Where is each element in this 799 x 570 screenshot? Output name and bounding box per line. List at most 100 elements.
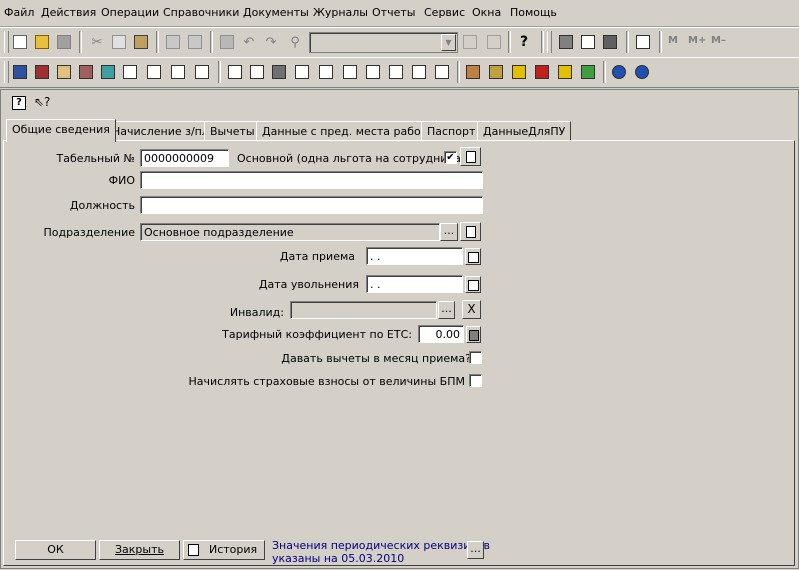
report-icon[interactable] xyxy=(316,62,336,82)
report-icon[interactable] xyxy=(363,62,383,82)
dismiss-date-calendar-button[interactable] xyxy=(465,276,481,293)
tab-passport[interactable]: Паспорт xyxy=(421,121,482,141)
tariff-field[interactable]: 0.00 xyxy=(418,325,464,343)
tabnum-label: Табельный № xyxy=(56,152,136,165)
tariff-calculator-button[interactable] xyxy=(466,326,481,343)
menu-service[interactable]: Сервис xyxy=(424,6,465,19)
report-icon[interactable] xyxy=(225,62,245,82)
toolbar-grip[interactable] xyxy=(547,31,552,53)
memory-m-button[interactable]: M xyxy=(668,35,678,46)
menu-references[interactable]: Справочники xyxy=(163,6,239,19)
toolbar-grip[interactable] xyxy=(4,31,9,53)
dismiss-date-field[interactable]: . . xyxy=(366,275,463,293)
incoming-cash-order-icon[interactable] xyxy=(144,62,164,82)
menu-file[interactable]: Файл xyxy=(4,6,34,19)
report-icon[interactable] xyxy=(409,62,429,82)
select-all-icon[interactable] xyxy=(217,32,237,52)
message-icon[interactable] xyxy=(600,32,620,52)
toolbar-grip[interactable] xyxy=(4,61,9,83)
globe-icon[interactable] xyxy=(632,62,652,82)
memory-mminus-button[interactable]: M– xyxy=(711,35,726,46)
invalid-field[interactable] xyxy=(290,301,437,319)
help-icon[interactable]: ? xyxy=(12,96,26,110)
undo-icon[interactable]: ↶ xyxy=(239,32,259,52)
globe-icon[interactable] xyxy=(609,62,629,82)
calculator-icon[interactable] xyxy=(556,32,576,52)
transactions-icon[interactable] xyxy=(54,62,74,82)
division-select-button[interactable]: ... xyxy=(440,223,458,241)
paste-icon[interactable] xyxy=(131,32,151,52)
copy-icon[interactable] xyxy=(109,32,129,52)
tab-salary[interactable]: Начисление з/пл xyxy=(106,121,215,141)
deductions-checkbox[interactable] xyxy=(469,351,482,364)
find-next-icon[interactable] xyxy=(460,32,480,52)
hire-date-label: Дата приема xyxy=(279,250,355,263)
invoice-icon[interactable] xyxy=(192,62,212,82)
menu-journals[interactable]: Журналы xyxy=(313,6,368,19)
tabnum-field[interactable]: 0000000009 xyxy=(140,149,229,167)
monitor-icon[interactable] xyxy=(555,62,575,82)
cut-icon[interactable]: ✂ xyxy=(87,32,107,52)
save-icon[interactable] xyxy=(54,32,74,52)
history-button[interactable]: История xyxy=(183,540,265,560)
invalid-select-button[interactable]: ... xyxy=(438,301,455,319)
insurance-checkbox[interactable] xyxy=(469,374,482,387)
report-icon[interactable] xyxy=(292,62,312,82)
menu-actions[interactable]: Действия xyxy=(41,6,96,19)
fio-field[interactable] xyxy=(140,171,483,189)
balance-icon[interactable] xyxy=(98,62,118,82)
entries-icon[interactable] xyxy=(76,62,96,82)
users-icon[interactable] xyxy=(486,62,506,82)
menu-reports[interactable]: Отчеты xyxy=(372,6,415,19)
position-field[interactable] xyxy=(140,196,483,214)
print-preview-icon[interactable] xyxy=(185,32,205,52)
tab-deductions[interactable]: Вычеты xyxy=(204,121,261,141)
tab-general[interactable]: Общие сведения xyxy=(6,119,116,142)
menu-help[interactable]: Помощь xyxy=(510,6,557,19)
chessboard-icon[interactable] xyxy=(269,62,289,82)
hire-date-calendar-button[interactable] xyxy=(465,248,481,265)
division-copy-button[interactable] xyxy=(460,222,481,241)
outgoing-cash-order-icon[interactable] xyxy=(168,62,188,82)
periodic-requisites-button[interactable]: ... xyxy=(467,541,484,559)
1c-icon[interactable] xyxy=(509,62,529,82)
invalid-clear-button[interactable]: X xyxy=(462,300,481,319)
operations-journal-icon[interactable] xyxy=(32,62,52,82)
redo-icon[interactable]: ↷ xyxy=(261,32,281,52)
payment-order-icon[interactable] xyxy=(120,62,140,82)
menu-windows[interactable]: Окна xyxy=(472,6,501,19)
chevron-down-icon[interactable]: ▼ xyxy=(441,34,456,51)
calendar-icon[interactable] xyxy=(578,32,598,52)
help-icon[interactable]: ? xyxy=(514,32,534,52)
tariff-label: Тарифный коэффициент по ЕТС: xyxy=(222,328,412,341)
menu-operations[interactable]: Операции xyxy=(101,6,159,19)
open-folder-icon[interactable] xyxy=(32,32,52,52)
report-icon[interactable] xyxy=(340,62,360,82)
tab-previous-job[interactable]: Данные с пред. места работы xyxy=(256,121,442,141)
copy-button[interactable] xyxy=(460,147,481,166)
print-icon[interactable] xyxy=(163,32,183,52)
note-line-2: указаны на 05.03.2010 xyxy=(272,552,405,565)
report-icon[interactable] xyxy=(386,62,406,82)
find-replace-icon[interactable] xyxy=(484,32,504,52)
alert-icon[interactable] xyxy=(532,62,552,82)
report-icon[interactable] xyxy=(247,62,267,82)
tab-pension-data[interactable]: ДанныеДляПУ xyxy=(477,121,572,141)
menu-documents[interactable]: Документы xyxy=(243,6,309,19)
new-document-icon[interactable] xyxy=(10,32,30,52)
employees-icon[interactable] xyxy=(463,62,483,82)
context-help-icon[interactable]: ⇖? xyxy=(34,95,50,109)
division-field[interactable]: Основное подразделение xyxy=(140,223,440,241)
ok-button[interactable]: ОК xyxy=(15,540,96,560)
find-binoculars-icon[interactable]: ⚲ xyxy=(285,32,305,52)
book-icon[interactable] xyxy=(633,32,653,52)
chart-of-accounts-icon[interactable] xyxy=(10,62,30,82)
hire-date-field[interactable]: . . xyxy=(366,247,463,265)
report-icon[interactable] xyxy=(432,62,452,82)
fio-label: ФИО xyxy=(108,174,135,187)
close-button[interactable]: Закрыть xyxy=(99,540,180,560)
search-combobox[interactable]: ▼ xyxy=(309,32,458,53)
main-benefit-checkbox[interactable]: ✔ xyxy=(444,151,457,164)
memory-mplus-button[interactable]: M+ xyxy=(688,35,706,46)
export-icon[interactable] xyxy=(578,62,598,82)
